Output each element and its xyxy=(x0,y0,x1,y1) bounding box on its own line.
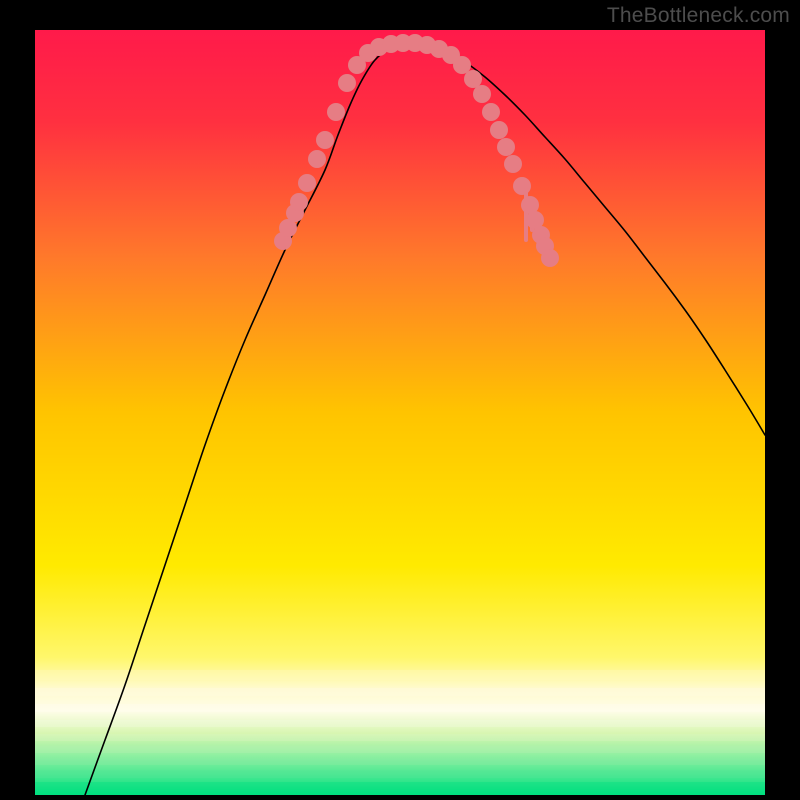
marker-dot xyxy=(504,155,522,173)
marker-dot xyxy=(482,103,500,121)
chart-frame: TheBottleneck.com xyxy=(0,0,800,800)
marker-dot xyxy=(308,150,326,168)
marker-dot xyxy=(497,138,515,156)
marker-dot xyxy=(541,249,559,267)
marker-dot xyxy=(513,177,531,195)
marker-dot xyxy=(453,56,471,74)
marker-dot xyxy=(490,121,508,139)
marker-dot xyxy=(316,131,334,149)
plot-area xyxy=(35,30,765,795)
marker-dot xyxy=(338,74,356,92)
marker-dot xyxy=(290,193,308,211)
watermark-text: TheBottleneck.com xyxy=(607,4,790,28)
chart-svg xyxy=(35,30,765,795)
gradient-bg xyxy=(35,30,765,795)
marker-dot xyxy=(464,70,482,88)
marker-dot xyxy=(473,85,491,103)
marker-dot xyxy=(298,174,316,192)
marker-dot xyxy=(327,103,345,121)
